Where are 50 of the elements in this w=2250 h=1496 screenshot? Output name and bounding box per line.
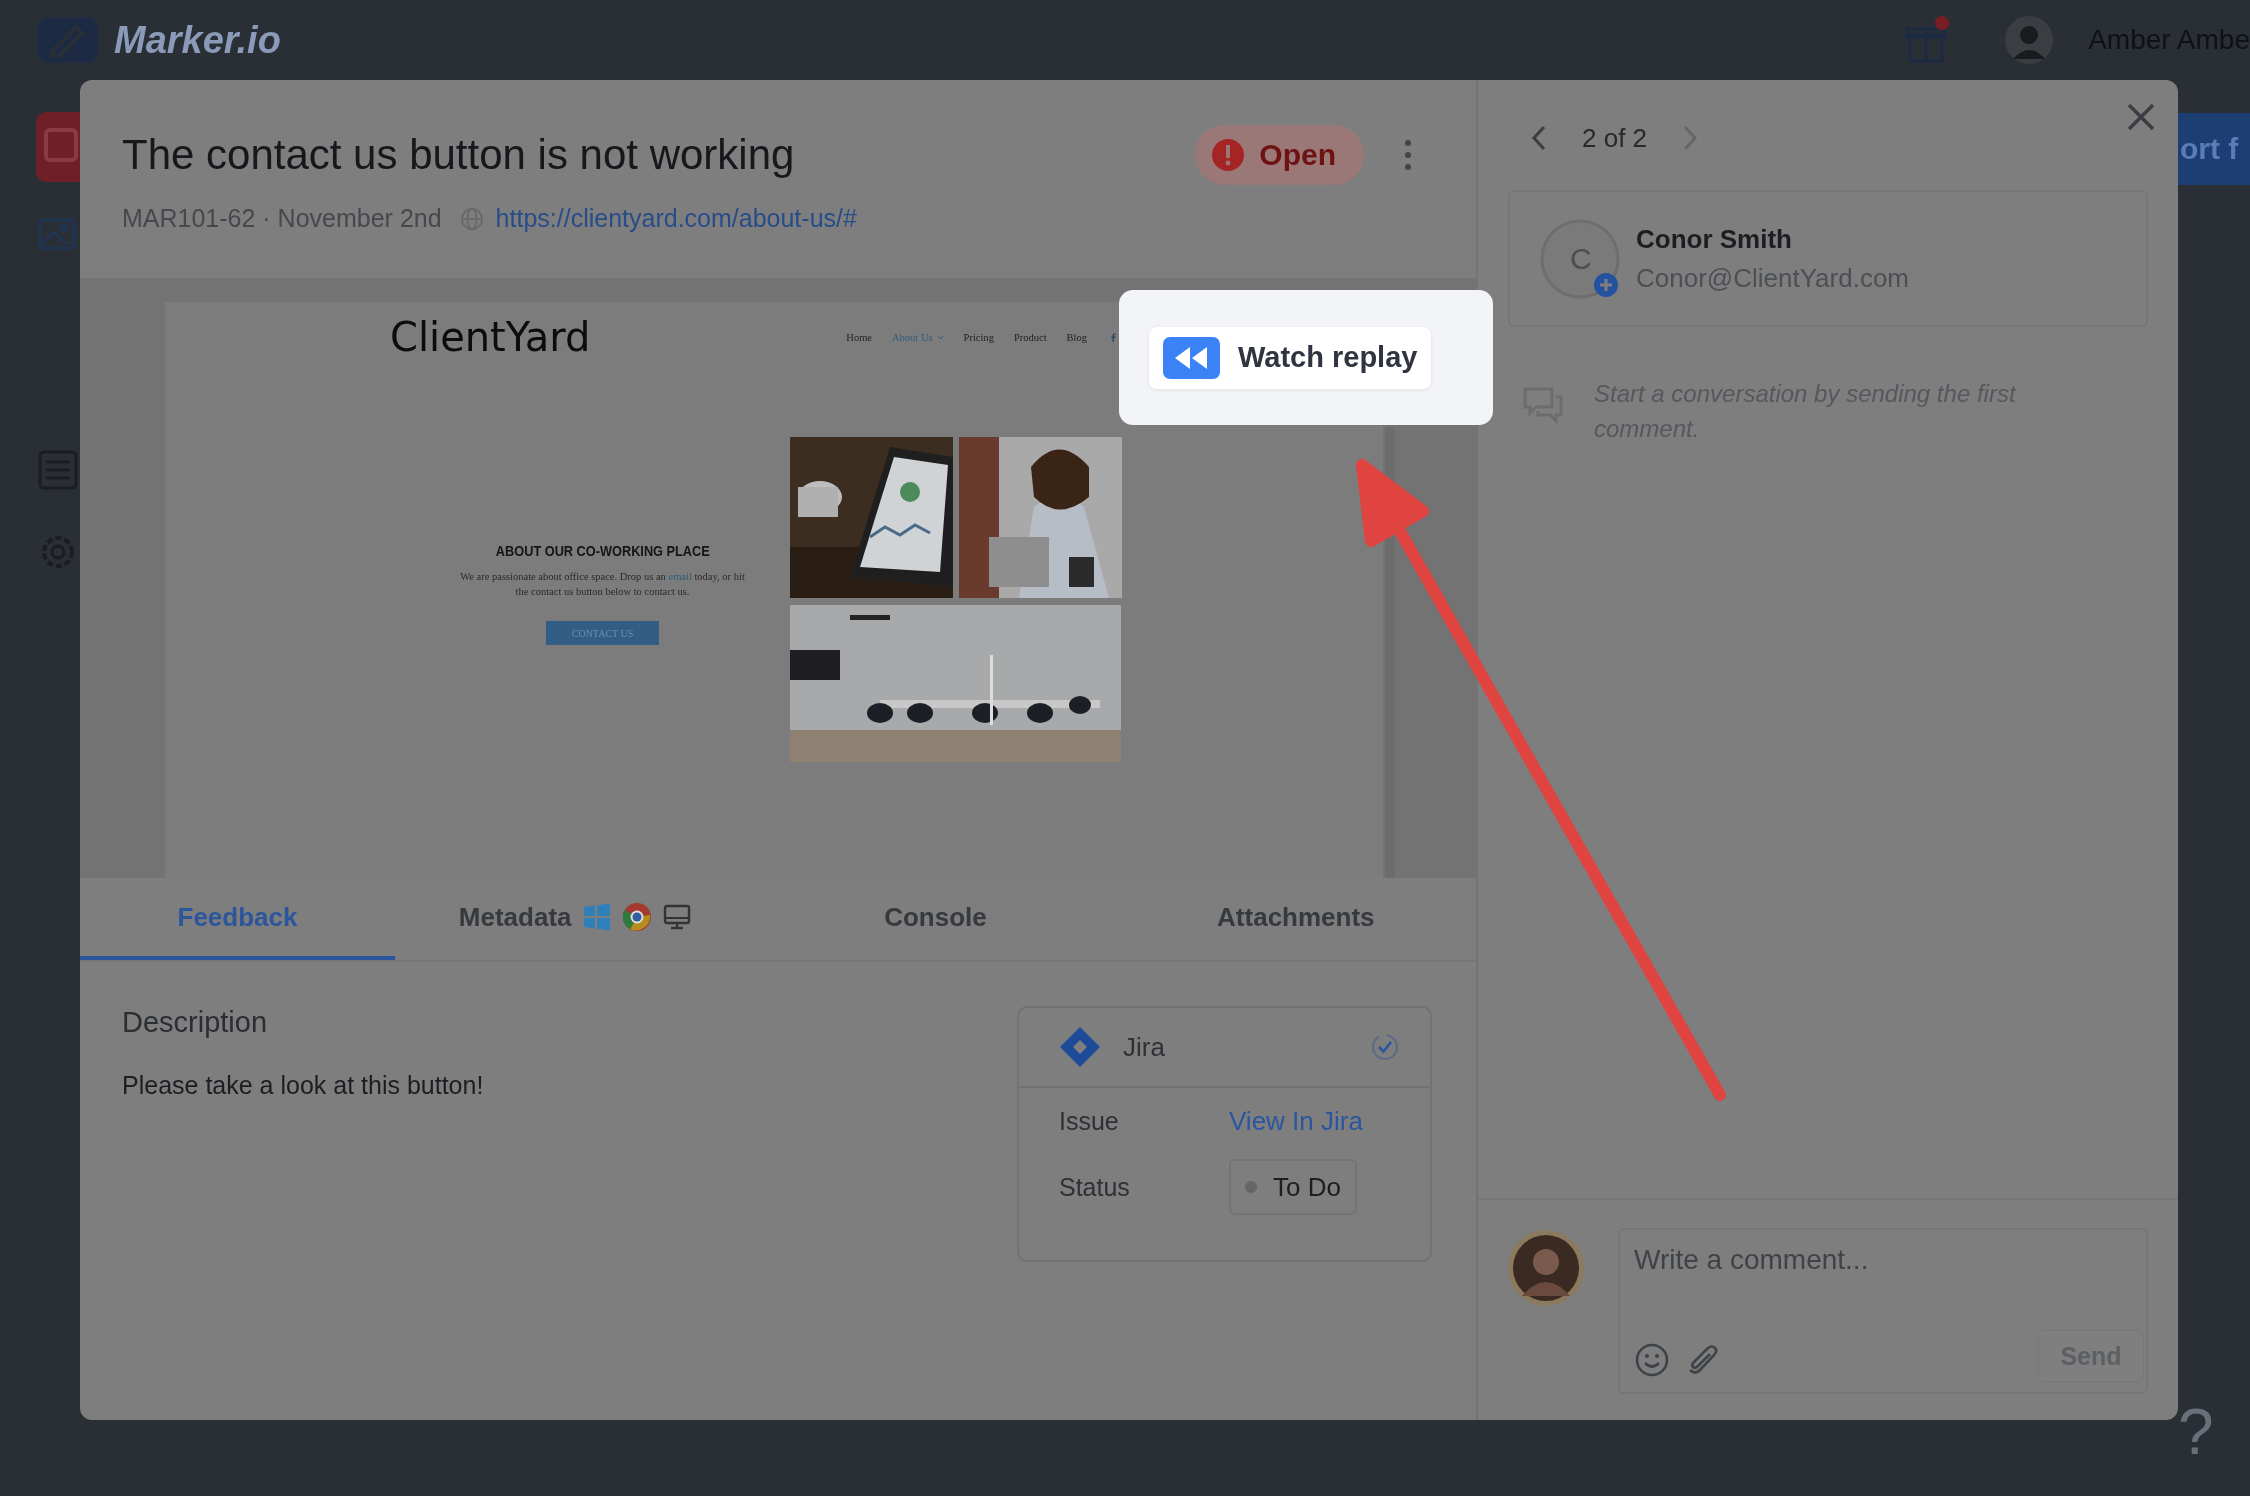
status-chip[interactable]: To Do bbox=[1229, 1159, 1357, 1215]
previous-icon[interactable] bbox=[1530, 124, 1548, 152]
diamond-icon bbox=[1059, 1026, 1101, 1068]
jira-link[interactable]: View In Jira bbox=[1229, 1105, 1363, 1137]
watch-replay-button[interactable]: Watch replay bbox=[1149, 326, 1432, 389]
app-icon[interactable] bbox=[36, 112, 80, 182]
status-badge[interactable]: Open bbox=[1195, 125, 1364, 185]
list-icon[interactable] bbox=[36, 448, 80, 492]
issue-title: The contact us button is not working bbox=[122, 131, 796, 179]
chrome-icon bbox=[621, 902, 652, 932]
tab[interactable]: Metadata bbox=[395, 878, 756, 960]
field-label: Status bbox=[1059, 1172, 1131, 1202]
reporter-name: Conor Smith bbox=[1636, 223, 1793, 255]
facebook-icon[interactable] bbox=[1109, 332, 1118, 342]
tab[interactable]: Attachments bbox=[1115, 878, 1476, 960]
report-button[interactable]: ort f bbox=[2178, 113, 2250, 185]
emoji-icon[interactable] bbox=[1634, 1342, 1670, 1378]
about-paragraph: We are passionate about office space. Drop us an email today, or hit the contact us button below to contact us. bbox=[459, 570, 746, 600]
logo-text: Marker.io bbox=[114, 18, 281, 62]
nav-link[interactable]: Pricing bbox=[963, 331, 994, 343]
field-label: Issue bbox=[1059, 1106, 1120, 1136]
alert-icon bbox=[1211, 138, 1246, 172]
description-heading: Description bbox=[122, 1006, 269, 1039]
integration-name: Jira bbox=[1123, 1031, 1166, 1063]
status-dot-icon bbox=[1245, 1181, 1257, 1193]
tab[interactable]: Feedback bbox=[80, 878, 395, 960]
avatar[interactable] bbox=[2004, 15, 2055, 65]
description-text: Please take a look at this button! bbox=[122, 1071, 485, 1100]
sync-check-icon[interactable] bbox=[1370, 1032, 1400, 1062]
monitor-icon bbox=[661, 902, 692, 932]
issue-meta: MAR101-62 · November 2nd bbox=[122, 204, 442, 233]
pager-text: 2 of 2 bbox=[1582, 122, 1648, 154]
nav-link[interactable]: About Us bbox=[892, 331, 933, 343]
tab[interactable]: Console bbox=[755, 878, 1116, 960]
caret-icon bbox=[936, 334, 944, 340]
site-name: ClientYard bbox=[390, 314, 592, 360]
next-icon[interactable] bbox=[1681, 124, 1700, 152]
rewind-icon bbox=[1163, 336, 1220, 379]
page-url-link[interactable]: https://clientyard.com/about-us/# bbox=[495, 204, 857, 233]
more-icon[interactable] bbox=[1402, 137, 1414, 173]
nav-link[interactable]: Blog bbox=[1066, 331, 1087, 343]
help-icon[interactable]: ? bbox=[2178, 1395, 2214, 1469]
nav-link[interactable]: Home bbox=[846, 331, 872, 343]
nav-link[interactable]: Product bbox=[1013, 331, 1047, 343]
email-link[interactable]: email bbox=[668, 571, 692, 582]
gift-icon[interactable] bbox=[1904, 15, 1951, 65]
section-heading: ABOUT OUR CO-WORKING PLACE bbox=[495, 542, 710, 559]
windows-icon bbox=[581, 902, 612, 932]
close-icon[interactable] bbox=[2126, 102, 2156, 132]
globe-icon bbox=[459, 206, 484, 231]
